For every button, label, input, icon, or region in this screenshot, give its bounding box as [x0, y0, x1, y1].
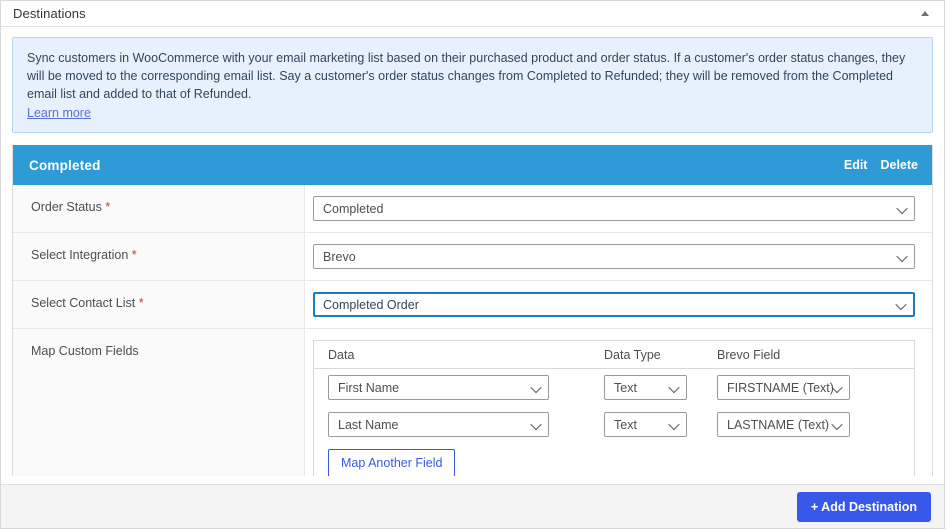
integration-select[interactable]: Brevo: [313, 244, 915, 269]
panel-header: Destinations: [1, 1, 944, 27]
label-contact-list: Select Contact List *: [13, 281, 305, 328]
delete-destination-link[interactable]: Delete: [880, 158, 918, 172]
page-title: Destinations: [13, 6, 86, 21]
field-integration: Brevo: [305, 233, 941, 280]
map-field-row: Last Name Text LASTNAME (Text): [314, 406, 914, 443]
field-order-status: Completed: [305, 185, 941, 232]
field-contact-list: Completed Order: [305, 281, 941, 328]
panel-footer: + Add Destination: [1, 484, 944, 528]
chevron-down-icon: [896, 250, 908, 262]
map-row-type-cell: Text: [604, 375, 717, 400]
panel-body: Sync customers in WooCommerce with your …: [1, 27, 944, 476]
learn-more-link[interactable]: Learn more: [27, 104, 91, 122]
add-destination-button[interactable]: + Add Destination: [796, 491, 931, 522]
map-brevo-field-select[interactable]: FIRSTNAME (Text): [717, 375, 850, 400]
edit-destination-link[interactable]: Edit: [844, 158, 868, 172]
map-brevo-field-select[interactable]: LASTNAME (Text): [717, 412, 850, 437]
map-field-row: First Name Text FIRSTNAME (Text): [314, 369, 914, 406]
label-integration-text: Select Integration: [31, 248, 129, 262]
destination-card: Completed Edit Delete Order Status * Com…: [12, 145, 933, 476]
map-data-select[interactable]: Last Name: [328, 412, 549, 437]
chevron-down-icon: [668, 381, 680, 393]
form-row-order-status: Order Status * Completed: [13, 185, 932, 233]
form-row-integration: Select Integration * Brevo: [13, 233, 932, 281]
label-map-custom-fields-text: Map Custom Fields: [31, 344, 139, 358]
map-row-data-cell: Last Name: [328, 412, 604, 437]
chevron-down-icon: [668, 418, 680, 430]
map-row-type-cell: Text: [604, 412, 717, 437]
map-fields-header-row: Data Data Type Brevo Field: [314, 341, 914, 369]
map-data-type-select-value: Text: [614, 417, 637, 432]
map-fields-table: Data Data Type Brevo Field First Name Te…: [313, 340, 915, 476]
label-contact-list-text: Select Contact List: [31, 296, 136, 310]
chevron-down-icon: [530, 418, 542, 430]
label-integration: Select Integration *: [13, 233, 305, 280]
label-order-status-text: Order Status: [31, 200, 102, 214]
map-row-delete-cell: [887, 417, 904, 432]
form-row-contact-list: Select Contact List * Completed Order: [13, 281, 932, 329]
label-map-custom-fields: Map Custom Fields: [13, 329, 305, 476]
column-header-data-type: Data Type: [604, 347, 661, 362]
destination-actions: Edit Delete: [844, 158, 918, 172]
map-data-select-value: Last Name: [338, 417, 399, 432]
map-row-target-cell: LASTNAME (Text): [717, 412, 887, 437]
order-status-select-value: Completed: [323, 201, 384, 216]
form-row-map-custom-fields: Map Custom Fields Data Data Type Brevo F…: [13, 329, 932, 476]
integration-select-value: Brevo: [323, 249, 356, 264]
required-marker: *: [138, 296, 144, 310]
info-notice-text: Sync customers in WooCommerce with your …: [27, 51, 906, 101]
map-data-type-select[interactable]: Text: [604, 375, 687, 400]
map-data-type-select[interactable]: Text: [604, 412, 687, 437]
label-order-status: Order Status *: [13, 185, 305, 232]
chevron-down-icon: [831, 418, 843, 430]
chevron-down-icon: [530, 381, 542, 393]
caret-up-shape: [921, 11, 929, 16]
destination-title: Completed: [29, 157, 101, 173]
chevron-down-icon: [895, 298, 907, 310]
info-notice: Sync customers in WooCommerce with your …: [12, 37, 933, 133]
map-data-select-value: First Name: [338, 380, 400, 395]
map-data-type-select-value: Text: [614, 380, 637, 395]
map-row-target-cell: FIRSTNAME (Text): [717, 375, 887, 400]
map-brevo-field-select-value: FIRSTNAME (Text): [727, 380, 834, 395]
map-brevo-field-select-value: LASTNAME (Text): [727, 417, 830, 432]
map-data-select[interactable]: First Name: [328, 375, 549, 400]
destination-form: Order Status * Completed Select Integrat…: [13, 185, 932, 476]
required-marker: *: [105, 200, 111, 214]
destinations-panel: Destinations Sync customers in WooCommer…: [0, 0, 945, 529]
chevron-up-icon[interactable]: [916, 5, 934, 23]
column-header-data: Data: [328, 347, 355, 362]
map-fields-footer: Map Another Field: [314, 443, 914, 476]
map-row-delete-cell: [887, 380, 904, 395]
chevron-down-icon: [896, 202, 908, 214]
contact-list-select-value: Completed Order: [323, 297, 419, 312]
map-row-data-cell: First Name: [328, 375, 604, 400]
destination-card-header: Completed Edit Delete: [13, 145, 932, 185]
field-map-custom-fields: Data Data Type Brevo Field First Name Te…: [305, 329, 941, 476]
order-status-select[interactable]: Completed: [313, 196, 915, 221]
contact-list-select[interactable]: Completed Order: [313, 292, 915, 317]
required-marker: *: [131, 248, 137, 262]
map-another-field-button[interactable]: Map Another Field: [328, 449, 456, 476]
column-header-brevo-field: Brevo Field: [717, 347, 781, 362]
